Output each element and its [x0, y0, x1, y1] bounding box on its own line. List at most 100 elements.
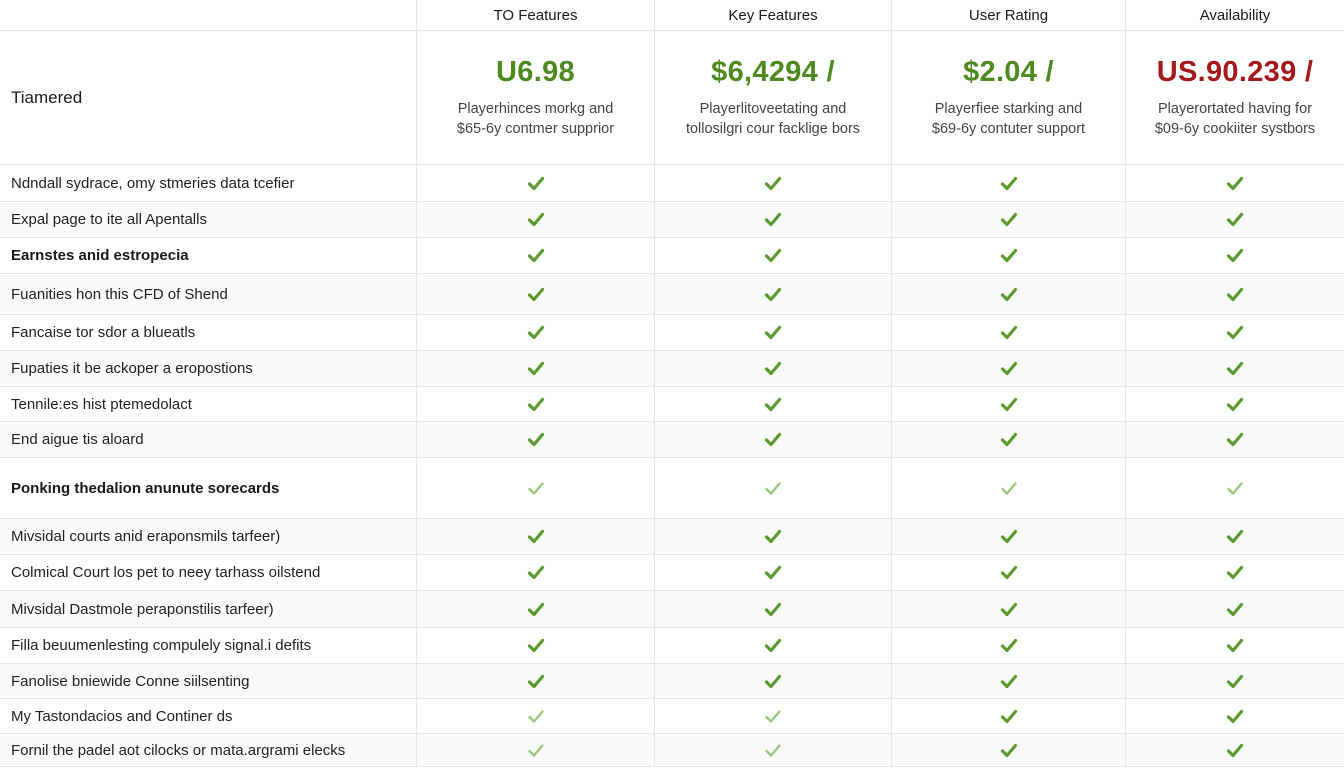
- plan-description-line: tollosilgri cour facklige bors: [685, 121, 861, 137]
- check-icon: [1226, 709, 1244, 724]
- feature-cell: [416, 165, 654, 201]
- check-icon: [527, 397, 545, 412]
- feature-cell: [1125, 315, 1344, 350]
- check-icon: [1226, 565, 1244, 580]
- column-header: User Rating: [891, 0, 1125, 30]
- table-row: My Tastondacios and Continer ds: [0, 699, 1344, 734]
- feature-cell: [416, 555, 654, 590]
- column-header: TO Features: [416, 0, 654, 30]
- feature-cell: [891, 387, 1125, 421]
- check-icon: [1000, 432, 1018, 447]
- feature-label: Tennile:es hist ptemedolact: [11, 395, 192, 413]
- table-row: End aigue tis aloard: [0, 422, 1344, 458]
- feature-cell: [1125, 202, 1344, 237]
- feature-cell: [1125, 422, 1344, 457]
- check-icon: [1226, 361, 1244, 376]
- table-row: Earnstes anid estropecia: [0, 238, 1344, 274]
- table-row: Ponking thedalion anunute sorecards: [0, 458, 1344, 519]
- feature-label: Ponking thedalion anunute sorecards: [11, 479, 280, 497]
- plan-description-line: $65-6y contmer supprior: [456, 121, 615, 137]
- feature-label: Fanolise bniewide Conne siilsenting: [11, 672, 250, 690]
- feature-cell: [416, 238, 654, 273]
- check-icon: [764, 397, 782, 412]
- check-icon: [527, 432, 545, 447]
- plan-cell: U6.98 Playerhinces morkg and $65-6y cont…: [416, 31, 654, 164]
- table-row: Fuanities hon this CFD of Shend: [0, 274, 1344, 315]
- table-row: Fupaties it be ackoper a eropostions: [0, 351, 1344, 387]
- check-icon: [1226, 529, 1244, 544]
- feature-cell: [1125, 519, 1344, 554]
- check-icon: [527, 529, 545, 544]
- plan-description-line: Playerhinces morkg and: [457, 101, 614, 117]
- feature-cell: [654, 422, 891, 457]
- feature-cell: [416, 387, 654, 421]
- feature-label: End aigue tis aloard: [11, 431, 144, 448]
- column-header: Availability: [1125, 0, 1344, 30]
- check-icon: [1000, 212, 1018, 227]
- check-icon: [764, 674, 782, 689]
- plan-description-line: Playerortated having for: [1158, 101, 1312, 117]
- check-icon: [1000, 602, 1018, 617]
- check-icon: [527, 481, 545, 496]
- feature-label: Mivsidal courts anid eraponsmils tarfeer…: [11, 528, 281, 545]
- feature-cell: [654, 315, 891, 350]
- check-icon: [1226, 674, 1244, 689]
- feature-cell: [1125, 274, 1344, 314]
- feature-cell: [1125, 387, 1344, 421]
- check-icon: [527, 248, 545, 263]
- feature-cell: [1125, 628, 1344, 663]
- check-icon: [527, 674, 545, 689]
- plan-cell: $2.04 / Playerfiee starking and $69-6y c…: [891, 31, 1125, 164]
- feature-label: Earnstes anid estropecia: [11, 247, 189, 264]
- feature-cell: [654, 664, 891, 698]
- feature-cell: [1125, 458, 1344, 518]
- feature-cell: [416, 202, 654, 237]
- table-row: Tennile:es hist ptemedolact: [0, 387, 1344, 422]
- table-row: Filla beuumenlesting compulely signal.i …: [0, 628, 1344, 664]
- check-icon: [1000, 709, 1018, 724]
- check-icon: [1000, 287, 1018, 302]
- check-icon: [764, 638, 782, 653]
- feature-cell: [891, 274, 1125, 314]
- feature-cell: [891, 351, 1125, 386]
- feature-cell: [416, 458, 654, 518]
- feature-label: Ndndall sydrace, omy stmeries data tcefi…: [11, 174, 295, 192]
- check-icon: [1000, 481, 1018, 496]
- plan-price: $2.04 /: [963, 56, 1054, 88]
- feature-label: Fuanities hon this CFD of Shend: [11, 285, 228, 303]
- check-icon: [1226, 176, 1244, 191]
- feature-cell: [654, 591, 891, 627]
- feature-cell: [654, 238, 891, 273]
- feature-cell: [891, 422, 1125, 457]
- table-header-row: TO Features Key Features User Rating Ava…: [0, 0, 1344, 31]
- feature-cell: [654, 555, 891, 590]
- plan-description-line: $69-6y contuter support: [931, 121, 1086, 137]
- check-icon: [1000, 248, 1018, 263]
- feature-cell: [891, 734, 1125, 766]
- table-row: Mivsidal Dastmole peraponstilis tarfeer): [0, 591, 1344, 628]
- feature-cell: [654, 202, 891, 237]
- check-icon: [764, 709, 782, 724]
- check-icon: [527, 743, 545, 758]
- plan-cell: $6,4294 / Playerlitoveetating and tollos…: [654, 31, 891, 164]
- check-icon: [527, 325, 545, 340]
- check-icon: [764, 565, 782, 580]
- check-icon: [1000, 176, 1018, 191]
- check-icon: [1226, 397, 1244, 412]
- check-icon: [527, 602, 545, 617]
- feature-cell: [416, 628, 654, 663]
- feature-cell: [891, 458, 1125, 518]
- feature-cell: [891, 628, 1125, 663]
- check-icon: [1226, 325, 1244, 340]
- feature-cell: [416, 351, 654, 386]
- feature-cell: [891, 165, 1125, 201]
- plan-price: US.90.239 /: [1156, 56, 1314, 88]
- check-icon: [1226, 638, 1244, 653]
- check-icon: [764, 529, 782, 544]
- plan-description-line: Playerfiee starking and: [934, 101, 1083, 117]
- feature-cell: [891, 238, 1125, 273]
- check-icon: [527, 287, 545, 302]
- table-row: Ndndall sydrace, omy stmeries data tcefi…: [0, 165, 1344, 202]
- feature-cell: [416, 519, 654, 554]
- feature-cell: [416, 734, 654, 766]
